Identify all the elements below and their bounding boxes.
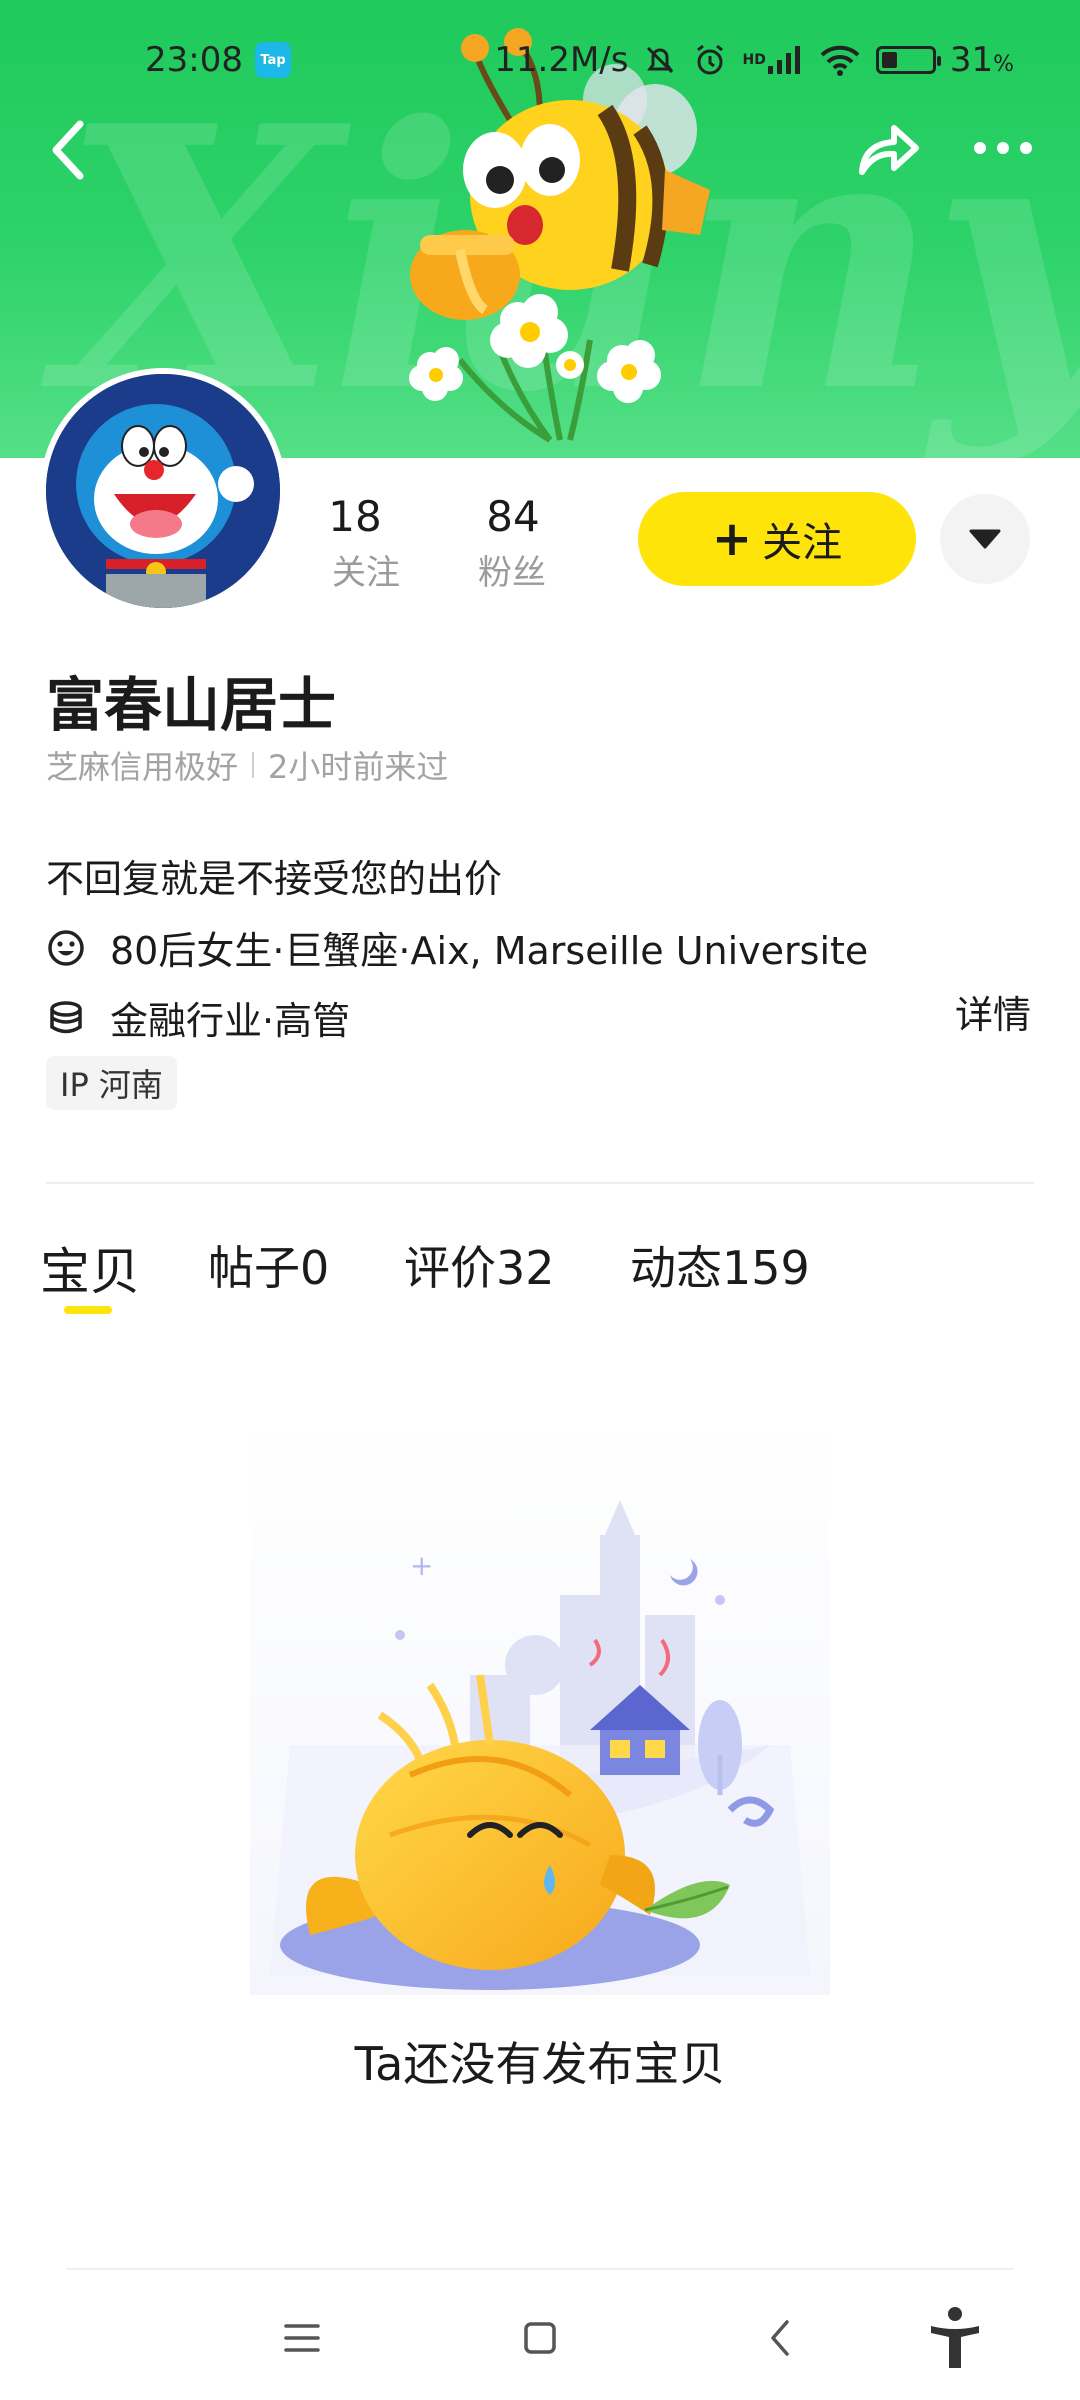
nav-home-icon[interactable] <box>500 2298 580 2378</box>
personal-info: 80后女生·巨蟹座·Aix, Marseille Universite <box>110 929 869 973</box>
empty-state-text: Ta还没有发布宝贝 <box>354 2037 726 2091</box>
tap-app-badge-icon: Tap <box>255 42 291 78</box>
user-meta-line: 芝麻信用极好 2小时前来过 <box>46 742 448 788</box>
smile-face-icon <box>48 929 84 966</box>
tab-posts[interactable]: 帖子0 <box>208 1232 329 1298</box>
battery-icon <box>875 46 941 74</box>
svg-text:+: + <box>410 1549 433 1582</box>
last-seen: 2小时前来过 <box>268 748 449 786</box>
user-avatar[interactable] <box>40 368 286 614</box>
fans-count[interactable]: 84 <box>478 492 548 541</box>
active-tab-indicator <box>64 1306 112 1314</box>
dropdown-button[interactable] <box>940 494 1030 584</box>
back-arrow-icon[interactable] <box>40 112 100 188</box>
status-time: 23:08 <box>145 40 243 80</box>
follow-button[interactable]: + 关注 <box>638 492 916 586</box>
tab-reviews[interactable]: 评价32 <box>404 1232 555 1298</box>
fans-label[interactable]: 粉丝 <box>478 545 568 594</box>
accessibility-icon[interactable] <box>915 2298 995 2378</box>
user-name: 富春山居士 <box>46 671 337 739</box>
nav-divider <box>66 2268 1014 2270</box>
job-info: 金融行业·高管 <box>110 999 351 1043</box>
following-count[interactable]: 18 <box>320 492 390 541</box>
tab-activity[interactable]: 动态159 <box>630 1232 810 1298</box>
meta-separator <box>252 752 255 778</box>
coin-stack-icon <box>50 1000 82 1033</box>
network-speed: 11.2M/s <box>494 40 629 80</box>
following-label[interactable]: 关注 <box>332 545 422 594</box>
wifi-icon <box>820 45 860 76</box>
nav-menu-icon[interactable] <box>262 2298 342 2378</box>
info-row-personal: 80后女生·巨蟹座·Aix, Marseille Universite <box>46 920 868 975</box>
section-divider <box>46 1182 1034 1184</box>
doraemon-avatar-icon <box>46 374 280 608</box>
details-link[interactable]: 详情 <box>955 984 1031 1039</box>
plus-icon: + <box>711 511 753 567</box>
bell-muted-icon <box>647 46 674 74</box>
hd-label: HD <box>742 52 766 68</box>
signal-icon <box>767 46 800 74</box>
ip-location-tag: IP 河南 <box>46 1056 177 1110</box>
credit-status[interactable]: 芝麻信用极好 <box>46 742 238 788</box>
more-options-icon[interactable] <box>968 118 1038 178</box>
info-row-job: 金融行业·高管 <box>46 990 350 1045</box>
caret-down-icon <box>969 529 1001 549</box>
share-icon[interactable] <box>850 112 926 188</box>
nav-back-icon[interactable] <box>740 2298 820 2378</box>
empty-fish-illustration-icon: + <box>250 1415 830 1995</box>
tab-items[interactable]: 宝贝 <box>40 1232 140 1304</box>
battery-percent: 31% <box>949 40 1014 80</box>
status-bar-right: 11.2M/s HD 31% <box>494 34 1014 86</box>
user-bio: 不回复就是不接受您的出价 <box>46 857 503 901</box>
alarm-icon <box>697 44 724 75</box>
